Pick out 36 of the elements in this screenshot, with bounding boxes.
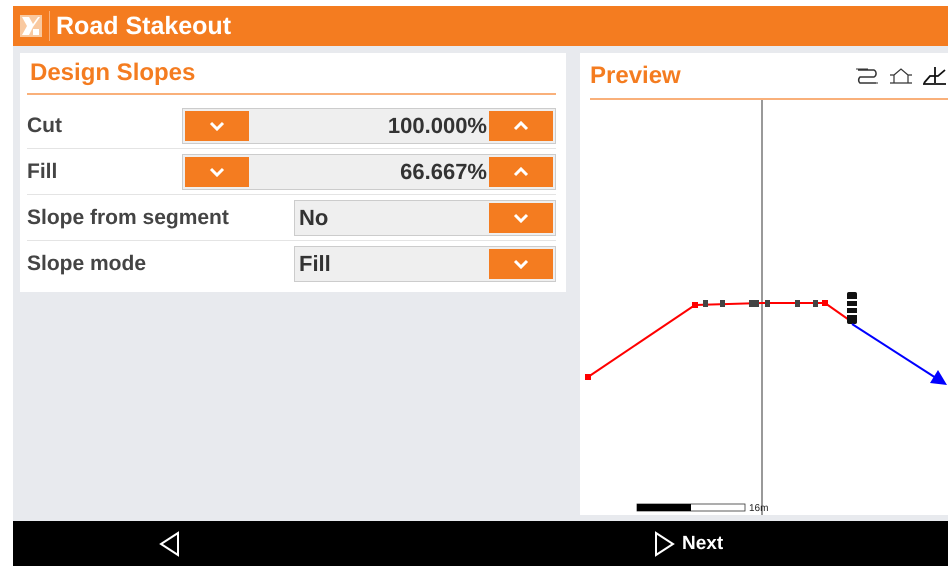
chevron-down-icon: [513, 258, 529, 268]
field-label: Cut: [27, 114, 62, 138]
decrement-button[interactable]: [185, 156, 249, 186]
number-spinner[interactable]: 66.667%: [182, 154, 556, 190]
decrement-button[interactable]: [185, 110, 249, 140]
dropdown-value: Fill: [298, 250, 332, 276]
dropdown[interactable]: No: [294, 200, 556, 236]
dropdown-button[interactable]: [489, 248, 553, 278]
chevron-up-icon: [513, 166, 529, 176]
cross-section-icon[interactable]: [888, 66, 914, 86]
chevron-down-icon: [209, 120, 225, 130]
chevron-up-icon: [513, 120, 529, 130]
route-icon[interactable]: [854, 66, 880, 86]
increment-button[interactable]: [489, 156, 553, 186]
profile-icon[interactable]: [922, 66, 948, 86]
section-title: Design Slopes: [27, 53, 556, 95]
dropdown-value: No: [298, 204, 330, 230]
chevron-down-icon: [209, 166, 225, 176]
rover-pole-icon: [847, 292, 857, 324]
number-spinner[interactable]: 100.000%: [182, 108, 556, 144]
spinner-value: 100.000%: [386, 112, 488, 138]
window-title: Road Stakeout: [56, 12, 232, 40]
increment-button[interactable]: [489, 110, 553, 140]
next-button[interactable]: Next: [652, 530, 724, 556]
dropdown[interactable]: Fill: [294, 246, 556, 282]
back-triangle-icon: [158, 530, 182, 556]
app-logo-icon: [19, 14, 43, 38]
section-title: Preview: [590, 62, 681, 90]
field-label: Fill: [27, 160, 58, 184]
field-label: Slope mode: [27, 252, 146, 276]
field-label: Slope from segment: [27, 206, 229, 230]
next-triangle-icon: [652, 530, 676, 556]
back-button[interactable]: [158, 530, 182, 556]
spinner-value: 66.667%: [399, 158, 488, 184]
chevron-down-icon: [513, 212, 529, 222]
dropdown-button[interactable]: [489, 202, 553, 232]
